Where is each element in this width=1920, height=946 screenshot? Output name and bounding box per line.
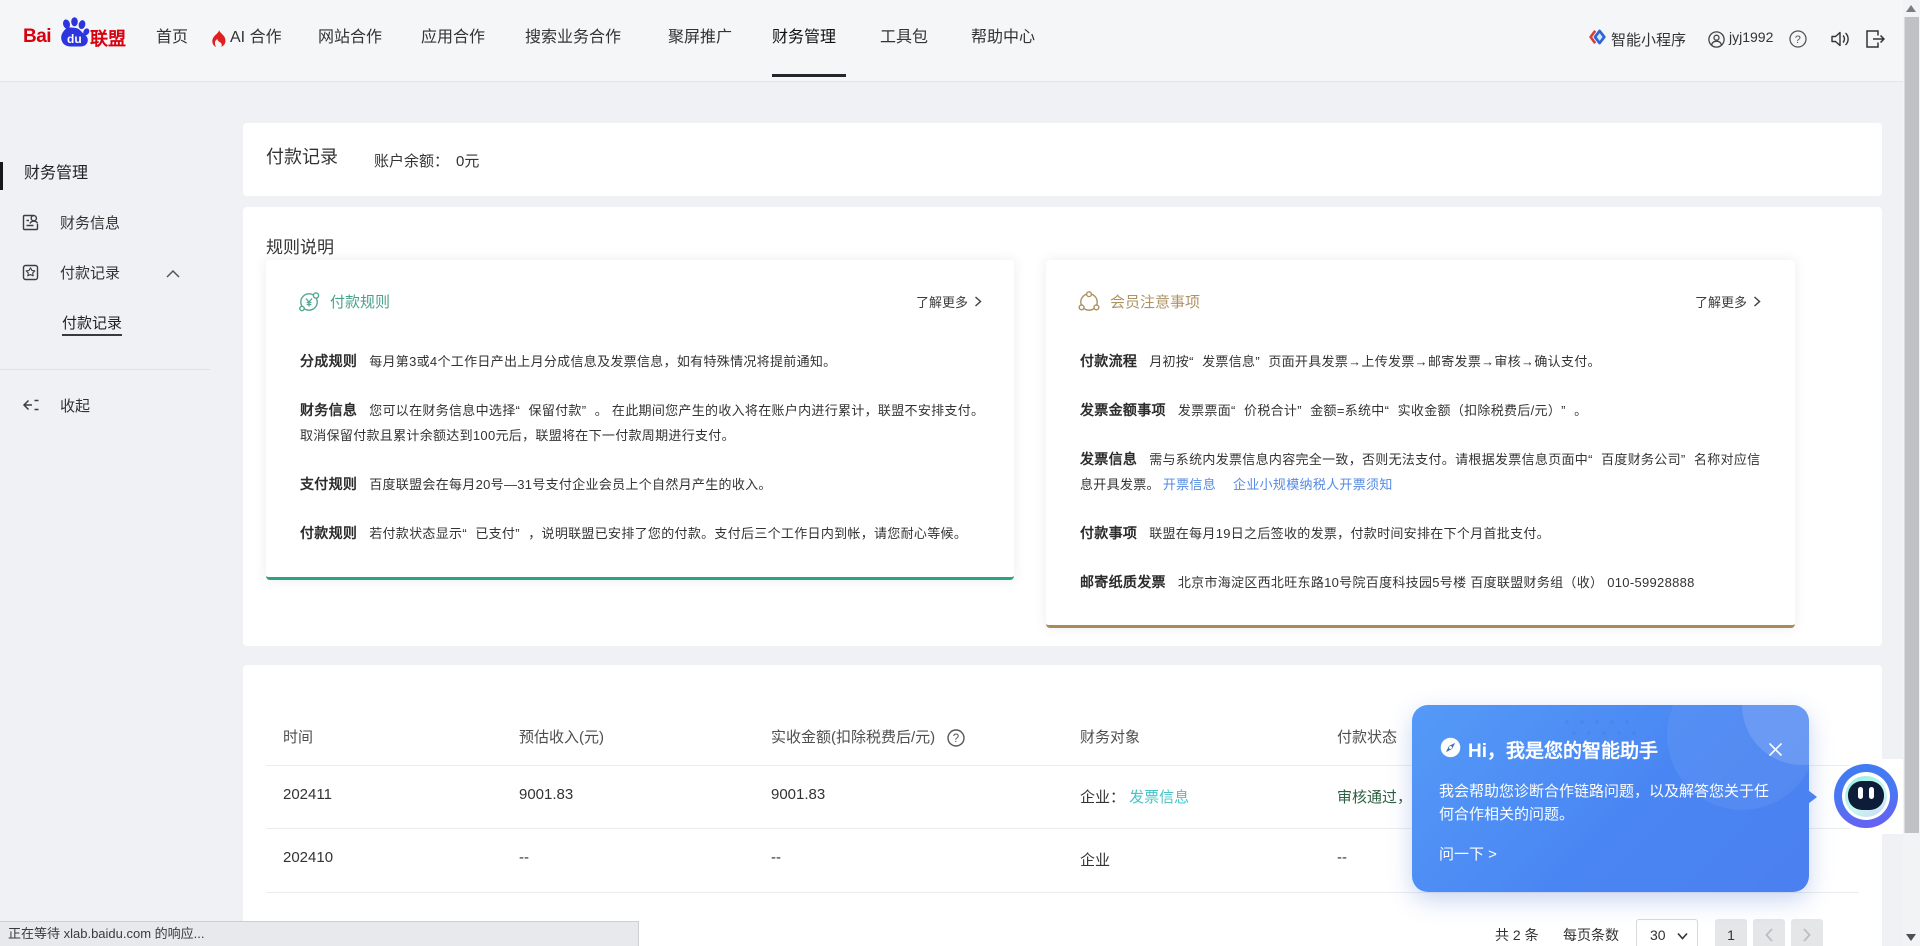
svg-text:du: du: [67, 32, 82, 46]
svg-text:?: ?: [1795, 34, 1801, 46]
svg-text:?: ?: [953, 733, 959, 745]
